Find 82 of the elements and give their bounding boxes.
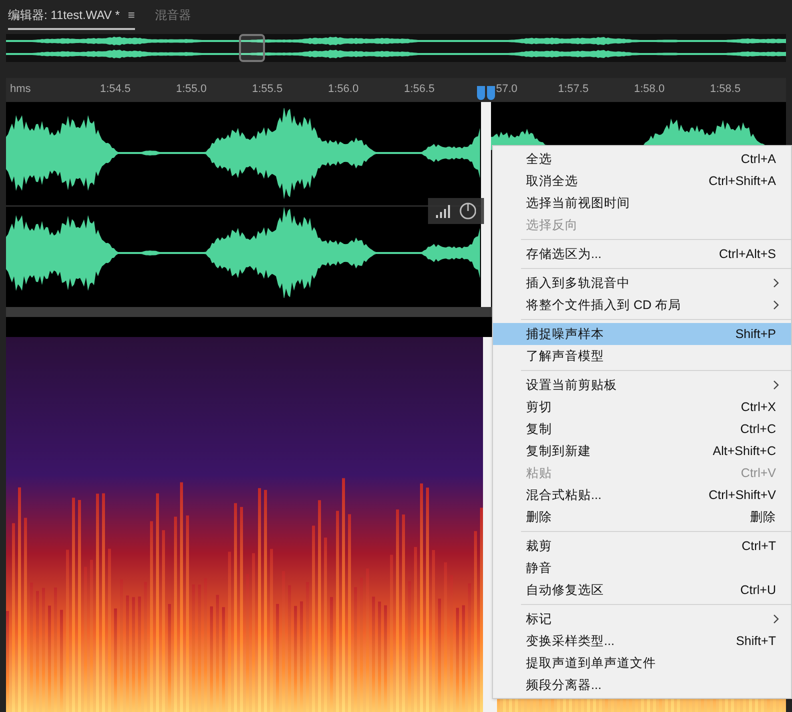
chevron-right-icon [773, 278, 779, 288]
menu-item[interactable]: 选择当前视图时间 [493, 192, 791, 214]
time-label: 57.0 [496, 82, 518, 97]
menu-item[interactable]: 复制到新建 Alt+Shift+C [493, 440, 791, 462]
view-range-handle[interactable] [239, 34, 265, 62]
shortcut-label: Ctrl+Alt+S [719, 246, 777, 263]
shortcut-label: Shift+P [735, 326, 777, 343]
menu-item-label: 全选 [526, 150, 553, 168]
menu-item[interactable]: 了解声音模型 [493, 345, 791, 367]
chevron-right-icon [773, 614, 779, 624]
menu-item[interactable]: 将整个文件插入到 CD 布局 [493, 294, 791, 316]
overview-waveform[interactable] [6, 34, 786, 62]
shortcut-label: Ctrl+A [740, 150, 777, 168]
menu-item-label: 删除 [526, 508, 553, 526]
menu-item-label: 取消全选 [526, 172, 579, 190]
menu-item[interactable]: 频段分离器... [493, 674, 791, 696]
menu-item-label: 裁剪 [526, 538, 553, 555]
menu-item-label: 选择反向 [526, 216, 579, 234]
menu-item-label: 了解声音模型 [526, 348, 605, 365]
menu-item[interactable]: 标记 [493, 608, 791, 630]
time-label: 1:58.5 [710, 82, 742, 97]
ruler-unit: hms [9, 82, 32, 97]
menu-item-label: 静音 [526, 560, 553, 577]
time-label: 1:58.0 [634, 82, 666, 97]
chevron-right-icon [773, 380, 779, 390]
menu-item[interactable]: 捕捉噪声样本 Shift+P [493, 323, 791, 345]
menu-item-label: 变换采样类型... [526, 632, 616, 650]
menu-item-label: 频段分离器... [526, 676, 602, 694]
menu-item[interactable]: 静音 [493, 557, 791, 579]
shortcut-label: Ctrl+C [740, 420, 777, 438]
menu-item[interactable]: 剪切 Ctrl+X [493, 396, 791, 418]
menu-item[interactable]: 变换采样类型... Shift+T [493, 630, 791, 652]
shortcut-label: Ctrl+Shift+V [708, 486, 777, 504]
shortcut-label: Alt+Shift+C [712, 442, 777, 460]
time-label: 1:56.0 [328, 82, 360, 97]
shortcut-label: Ctrl+U [740, 582, 777, 599]
time-label: 1:57.5 [558, 82, 590, 97]
selection-region[interactable] [481, 102, 491, 307]
time-label: 1:55.0 [176, 82, 208, 97]
menu-item-label: 粘贴 [526, 464, 553, 482]
shortcut-label: Ctrl+X [740, 398, 777, 416]
time-label: 1:55.5 [252, 82, 284, 97]
chevron-right-icon [773, 300, 779, 310]
shortcut-label: Ctrl+Shift+A [708, 172, 777, 190]
menu-item-label: 自动修复选区 [526, 582, 605, 599]
shortcut-label: Ctrl+V [740, 464, 777, 482]
menu-item-label: 将整个文件插入到 CD 布局 [526, 296, 682, 314]
playhead-marker-icon[interactable] [477, 86, 485, 100]
time-label: 1:56.5 [404, 82, 436, 97]
menu-item-label: 标记 [526, 610, 553, 628]
menu-item[interactable]: 设置当前剪贴板 [493, 374, 791, 396]
time-ruler[interactable]: hms 1:54.5 1:55.0 1:55.5 1:56.0 1:56.5 57.0 1:57.5 1:58.0 1:58.5 [6, 78, 786, 102]
editor-tab[interactable]: 混音器 [154, 6, 191, 30]
menu-item-label: 剪切 [526, 398, 553, 416]
menu-icon[interactable]: ≡ [128, 9, 135, 21]
editor-tab[interactable]: 编辑器: 11test.WAV * ≡ [8, 6, 135, 30]
menu-item-label: 复制 [526, 420, 553, 438]
shortcut-label: Ctrl+T [742, 538, 777, 555]
menu-item-label: 插入到多轨混音中 [526, 274, 631, 292]
power-icon[interactable] [459, 202, 476, 220]
playhead-marker-icon[interactable] [487, 86, 495, 100]
menu-item-label: 混合式粘贴... [526, 486, 602, 504]
menu-item[interactable]: 全选 Ctrl+A [493, 148, 791, 170]
menu-item[interactable]: 插入到多轨混音中 [493, 272, 791, 294]
shortcut-label: Shift+T [736, 632, 777, 650]
menu-item-label: 选择当前视图时间 [526, 194, 631, 212]
menu-item[interactable]: 删除 删除 [493, 506, 791, 528]
menu-item[interactable]: 混合式粘贴... Ctrl+Shift+V [493, 484, 791, 506]
menu-item[interactable]: 裁剪 Ctrl+T [493, 535, 791, 557]
menu-item-label: 设置当前剪贴板 [526, 376, 618, 394]
menu-item[interactable]: 取消全选 Ctrl+Shift+A [493, 170, 791, 192]
time-label: 1:54.5 [100, 82, 132, 97]
menu-item-label: 存储选区为... [526, 246, 602, 263]
menu-item[interactable]: 复制 Ctrl+C [493, 418, 791, 440]
signal-bars-icon[interactable] [436, 204, 452, 218]
menu-item[interactable]: 提取声道到单声道文件 [493, 652, 791, 674]
shortcut-label: 删除 [750, 508, 777, 526]
menu-item-label: 提取声道到单声道文件 [526, 654, 657, 672]
menu-item-label: 复制到新建 [526, 442, 592, 460]
menu-item[interactable]: 存储选区为... Ctrl+Alt+S [493, 243, 791, 265]
menu-item[interactable]: 自动修复选区 Ctrl+U [493, 579, 791, 601]
menu-item-label: 捕捉噪声样本 [526, 326, 605, 343]
